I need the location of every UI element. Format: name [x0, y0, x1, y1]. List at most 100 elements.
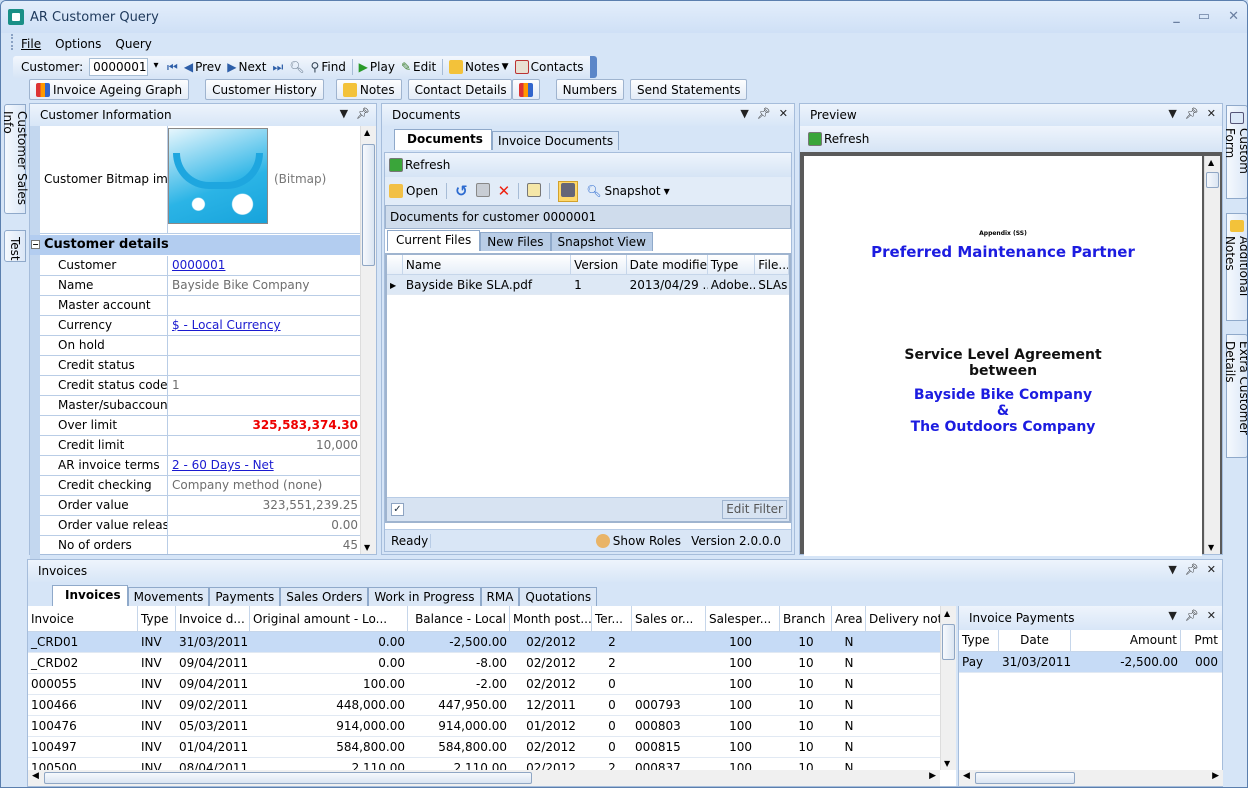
column-header[interactable]: Original amount - Lo...: [250, 606, 408, 631]
column-header[interactable]: Branch: [780, 606, 832, 631]
tab-rma[interactable]: RMA: [480, 587, 520, 606]
property-row[interactable]: Name Bayside Bike Company: [40, 276, 360, 296]
property-row[interactable]: Over limit 325,583,374.30: [40, 416, 360, 436]
snapshot-dropdown[interactable]: 🔍︎ Snapshot ▼: [586, 184, 670, 198]
scrollbar-thumb[interactable]: [362, 144, 375, 266]
contacts-button[interactable]: Contacts: [514, 60, 584, 74]
side-tab-customer-sales-info[interactable]: Customer Sales Info: [1, 104, 29, 214]
edit-filter-button[interactable]: Edit Filter: [722, 500, 787, 519]
column-header[interactable]: Invoice: [28, 606, 138, 631]
table-row[interactable]: 100500 INV 08/04/2011 2,110.00 2,110.00 02/20…: [28, 758, 956, 770]
find-button[interactable]: ⚲ Find: [311, 60, 346, 74]
column-header[interactable]: Date: [999, 630, 1071, 651]
scrollbar-thumb[interactable]: [975, 772, 1075, 784]
vertical-scrollbar[interactable]: ▲ ▼: [360, 126, 376, 554]
side-tab-custom-form[interactable]: Custom Form: [1223, 105, 1247, 199]
property-row[interactable]: AR invoice terms 2 - 60 Days - Net: [40, 456, 360, 476]
property-row[interactable]: Order value releas 0.00: [40, 516, 360, 536]
table-row[interactable]: _CRD01 INV 31/03/2011 0.00 -2,500.00 02/2012 2…: [28, 632, 956, 653]
grip-handle[interactable]: [11, 34, 13, 50]
property-row[interactable]: Order value 323,551,239.25: [40, 496, 360, 516]
menu-file[interactable]: File: [21, 37, 41, 51]
scroll-up-icon[interactable]: ▲: [944, 609, 950, 618]
vertical-scrollbar[interactable]: ▲ ▼: [940, 606, 956, 770]
close-icon[interactable]: ✕: [1207, 563, 1216, 576]
side-tab-test[interactable]: Test: [4, 230, 26, 262]
prev-button[interactable]: ◀ Prev: [184, 60, 221, 74]
table-row[interactable]: 100466 INV 09/02/2011 448,000.00 447,950.00 1…: [28, 695, 956, 716]
scroll-down-icon[interactable]: ▼: [1208, 543, 1214, 552]
side-tab-additional-notes[interactable]: Additional Notes: [1223, 213, 1247, 321]
close-button[interactable]: ✕: [1228, 9, 1239, 24]
delete-button[interactable]: ✕: [498, 182, 511, 200]
numbers-button[interactable]: Numbers: [555, 79, 625, 100]
scrollbar-thumb[interactable]: [1206, 172, 1219, 188]
chart-button[interactable]: [511, 79, 540, 100]
refresh-button[interactable]: Refresh: [389, 158, 450, 172]
property-row[interactable]: Credit status code 1: [40, 376, 360, 396]
column-header[interactable]: Balance - Local: [408, 606, 510, 631]
open-button[interactable]: Open: [389, 184, 438, 198]
horizontal-scrollbar[interactable]: ◀ ▶: [959, 770, 1223, 786]
scroll-up-icon[interactable]: ▲: [1208, 158, 1214, 167]
property-row[interactable]: Credit status: [40, 356, 360, 376]
dropdown-icon[interactable]: ▼: [1168, 609, 1176, 622]
scroll-down-icon[interactable]: ▼: [944, 759, 950, 768]
menu-options[interactable]: Options: [55, 37, 101, 51]
pin-icon[interactable]: 📌︎: [356, 107, 370, 120]
property-row[interactable]: On hold: [40, 336, 360, 356]
property-row[interactable]: Credit limit 10,000: [40, 436, 360, 456]
show-roles-button[interactable]: Show Roles: [595, 533, 681, 548]
column-header[interactable]: Pmt: [1181, 630, 1221, 651]
scroll-left-icon[interactable]: ◀: [963, 771, 970, 781]
first-button[interactable]: ⏮: [167, 60, 178, 75]
property-row[interactable]: Customer 0000001: [40, 256, 360, 276]
property-row[interactable]: Master account: [40, 296, 360, 316]
menu-query[interactable]: Query: [115, 37, 151, 51]
property-value[interactable]: $ - Local Currency: [168, 316, 360, 335]
scroll-left-icon[interactable]: ◀: [32, 771, 39, 781]
table-row[interactable]: _CRD02 INV 09/04/2011 0.00 -8.00 02/2012 2 100 1…: [28, 653, 956, 674]
tab-payments[interactable]: Payments: [209, 587, 281, 606]
toolbar-overflow-button[interactable]: [589, 56, 598, 78]
contact-details-button[interactable]: Contact Details: [407, 79, 512, 100]
column-header[interactable]: Ter...: [592, 606, 632, 631]
property-row[interactable]: Credit checking Company method (none): [40, 476, 360, 496]
column-header[interactable]: Type: [959, 630, 999, 651]
column-header[interactable]: Month post...: [510, 606, 592, 631]
close-icon[interactable]: ✕: [1207, 107, 1216, 120]
column-header[interactable]: Version: [571, 255, 627, 274]
pin-icon[interactable]: 📌︎: [1185, 107, 1199, 120]
customer-combo[interactable]: 0000001: [89, 58, 159, 76]
column-header[interactable]: Invoice d...: [176, 606, 250, 631]
notes-dropdown[interactable]: Notes ▼: [449, 60, 509, 74]
property-row[interactable]: Currency $ - Local Currency: [40, 316, 360, 336]
property-row[interactable]: No of orders 45: [40, 536, 360, 554]
column-header[interactable]: Salesper...: [706, 606, 780, 631]
invoice-ageing-graph-button[interactable]: Invoice Ageing Graph: [29, 79, 190, 100]
column-header[interactable]: Type: [708, 255, 756, 274]
dropdown-icon[interactable]: ▼: [340, 107, 348, 120]
pin-icon[interactable]: 📌︎: [757, 107, 771, 120]
last-button[interactable]: ⏭: [272, 60, 283, 75]
side-tab-extra-customer-details[interactable]: Extra Customer Details: [1223, 334, 1247, 458]
table-row[interactable]: ▶ Bayside Bike SLA.pdf 1 2013/04/29 ... …: [387, 275, 789, 295]
table-row[interactable]: 000055 INV 09/04/2011 100.00 -2.00 02/2012 0 10…: [28, 674, 956, 695]
notes-button[interactable]: Notes: [335, 79, 402, 100]
dropdown-icon[interactable]: ▼: [1168, 107, 1176, 120]
scroll-right-icon[interactable]: ▶: [1212, 771, 1219, 781]
close-icon[interactable]: ✕: [779, 107, 788, 120]
column-header[interactable]: Delivery note: [866, 606, 942, 631]
column-header[interactable]: File...: [755, 255, 789, 274]
customer-history-button[interactable]: Customer History: [205, 79, 324, 100]
column-header[interactable]: Name: [403, 255, 572, 274]
tab-quotations[interactable]: Quotations: [519, 587, 598, 606]
undo-button[interactable]: ↺: [455, 182, 468, 200]
tab-new-files[interactable]: New Files: [480, 232, 551, 251]
close-icon[interactable]: ✕: [1207, 609, 1216, 622]
dropdown-icon[interactable]: ▼: [1168, 563, 1176, 576]
table-row[interactable]: 100476 INV 05/03/2011 914,000.00 914,000.00 0…: [28, 716, 956, 737]
tab-sales-orders[interactable]: Sales Orders: [280, 587, 369, 606]
tab-invoice-documents[interactable]: Invoice Documents: [491, 131, 620, 150]
column-header[interactable]: Date modified: [627, 255, 708, 274]
